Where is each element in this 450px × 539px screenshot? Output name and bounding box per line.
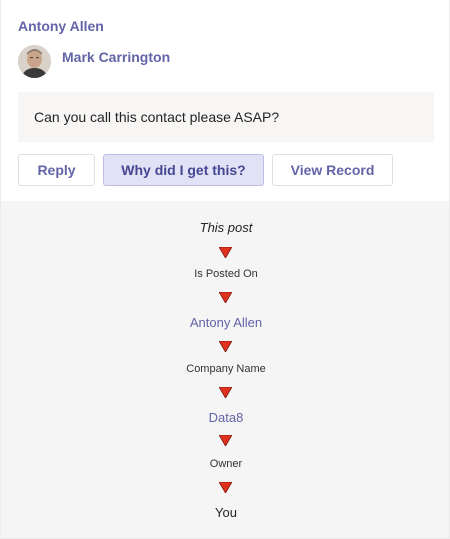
down-triangle-icon <box>219 435 232 446</box>
message-box: Can you call this contact please ASAP? <box>18 92 434 142</box>
view-record-button[interactable]: View Record <box>272 154 393 186</box>
avatar-photo <box>18 45 51 78</box>
down-triangle-icon <box>219 341 232 352</box>
step-contact-link[interactable]: Antony Allen <box>1 315 450 330</box>
sender-name[interactable]: Antony Allen <box>18 18 104 34</box>
reply-button[interactable]: Reply <box>18 154 95 186</box>
down-triangle-icon <box>219 387 232 398</box>
notification-card: Antony Allen Mark Carrington Can you cal… <box>0 0 450 201</box>
down-triangle-icon <box>219 292 232 303</box>
author-name[interactable]: Mark Carrington <box>62 49 170 65</box>
step-you: You <box>215 505 237 520</box>
avatar <box>18 45 51 78</box>
step-account-link[interactable]: Data8 <box>1 410 450 425</box>
step-relationship-posted-on: Is Posted On <box>194 268 258 280</box>
step-relationship-company-name: Company Name <box>186 363 266 375</box>
step-relationship-owner: Owner <box>209 458 243 470</box>
down-triangle-icon <box>219 482 232 493</box>
step-this-post: This post <box>199 220 253 235</box>
explanation-panel: This post Is Posted On Antony Allen Comp… <box>0 201 450 539</box>
message-text: Can you call this contact please ASAP? <box>34 109 280 125</box>
down-triangle-icon <box>219 247 232 258</box>
why-did-i-get-this-button[interactable]: Why did I get this? <box>103 154 264 186</box>
